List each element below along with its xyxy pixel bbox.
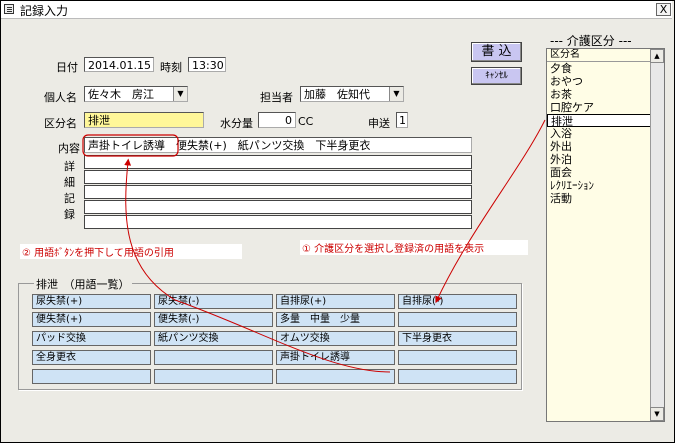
arrow-list-to-terms (435, 119, 546, 304)
highlight-box (82, 134, 179, 157)
annotation-arrows (82, 119, 546, 373)
arrow-term-to-content (124, 158, 391, 373)
